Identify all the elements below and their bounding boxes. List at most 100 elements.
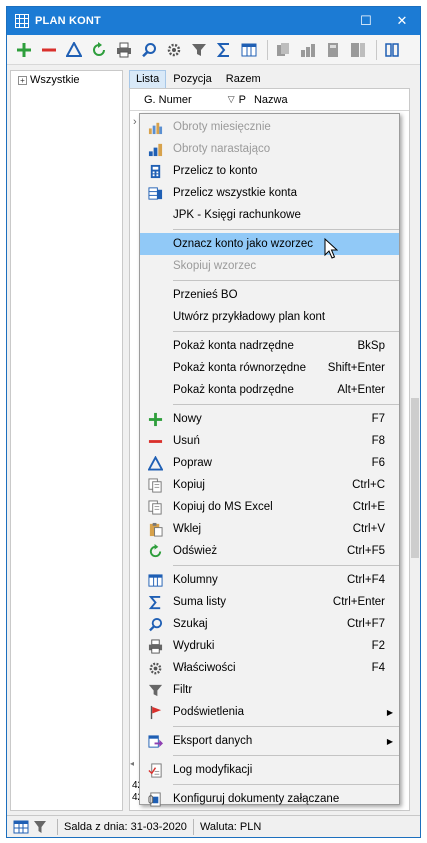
filter-icon[interactable] <box>188 39 210 61</box>
columns-icon[interactable] <box>238 39 260 61</box>
status-separator <box>57 818 58 835</box>
menu-item-label: Nowy <box>173 413 202 425</box>
menu-icon-slot <box>146 381 164 399</box>
documents-icon[interactable] <box>272 39 294 61</box>
title-bar: PLAN KONT ☐ ✕ <box>7 7 420 35</box>
menu-item[interactable]: Pokaż konta równorzędne Shift+Enter <box>140 357 399 379</box>
menu-item[interactable]: Kopiuj do MS Excel Ctrl+E <box>140 496 399 518</box>
menu-item[interactable]: Log modyfikacji <box>140 759 399 781</box>
menu-item[interactable]: Konfiguruj dokumenty załączane <box>140 788 399 810</box>
search-icon[interactable] <box>138 39 160 61</box>
edit-triangle-icon[interactable] <box>63 39 85 61</box>
export-icon <box>146 732 164 750</box>
menu-item[interactable]: Przenieś BO <box>140 284 399 306</box>
menu-item-label: Kopiuj do MS Excel <box>173 501 273 513</box>
flag-icon <box>146 703 164 721</box>
menu-item-label: Szukaj <box>173 618 208 630</box>
menu-item-shortcut: Ctrl+F5 <box>346 545 385 557</box>
menu-item-label: Pokaż konta równorzędne <box>173 362 306 374</box>
menu-item[interactable]: Oznacz konto jako wzorzec <box>140 233 399 255</box>
menu-item[interactable]: Eksport danych ▶ <box>140 730 399 752</box>
menu-item[interactable]: Szukaj Ctrl+F7 <box>140 613 399 635</box>
menu-separator <box>173 229 399 230</box>
menu-item-shortcut: F4 <box>371 662 385 674</box>
close-button[interactable]: ✕ <box>384 7 420 35</box>
status-bar: Salda z dnia: 31-03-2020 Waluta: PLN <box>7 815 420 837</box>
tab-razem[interactable]: Razem <box>219 70 268 88</box>
table-icon[interactable] <box>13 819 29 835</box>
column-header-nazwa[interactable]: Nazwa <box>254 94 288 106</box>
plus-icon <box>146 410 164 428</box>
sigma-icon[interactable] <box>213 39 235 61</box>
scrollbar-thumb[interactable] <box>411 398 419 558</box>
menu-item-shortcut: Ctrl+C <box>352 479 385 491</box>
refresh-icon[interactable] <box>88 39 110 61</box>
menu-item[interactable]: JPK - Księgi rachunkowe <box>140 204 399 226</box>
menu-icon-slot <box>146 206 164 224</box>
menu-item-label: Pokaż konta nadrzędne <box>173 340 294 352</box>
tab-lista[interactable]: Lista <box>129 70 167 88</box>
menu-item-label: Odśwież <box>173 545 218 557</box>
saldo-date: Salda z dnia: 31-03-2020 <box>64 820 187 833</box>
chart-icon <box>146 118 164 136</box>
filter-icon[interactable] <box>32 819 48 835</box>
column-header-p[interactable]: P <box>239 94 246 106</box>
menu-item-label: Właściwości <box>173 662 236 674</box>
tree-item-wszystkie[interactable]: + Wszystkie <box>11 71 122 86</box>
printer-icon[interactable] <box>113 39 135 61</box>
menu-item-shortcut: F6 <box>371 457 385 469</box>
menu-item-label: Konfiguruj dokumenty załączane <box>173 793 340 805</box>
menu-item[interactable]: Wydruki F2 <box>140 635 399 657</box>
gear-icon[interactable] <box>163 39 185 61</box>
delete-icon[interactable] <box>38 39 60 61</box>
menu-item[interactable]: Usuń F8 <box>140 430 399 452</box>
menu-item[interactable]: Nowy F7 <box>140 408 399 430</box>
menu-item[interactable]: Popraw F6 <box>140 452 399 474</box>
menu-icon-slot <box>146 286 164 304</box>
calculator-grid-icon[interactable] <box>347 39 369 61</box>
menu-icon-slot <box>146 308 164 326</box>
add-icon[interactable] <box>13 39 35 61</box>
menu-item-label: Obroty narastająco <box>173 143 271 155</box>
tree-expander[interactable]: + <box>18 75 27 85</box>
menu-item[interactable]: Kopiuj Ctrl+C <box>140 474 399 496</box>
menu-item[interactable]: Przelicz wszystkie konta <box>140 182 399 204</box>
menu-item[interactable]: Utwórz przykładowy plan kont <box>140 306 399 328</box>
menu-item-shortcut: Alt+Enter <box>337 384 385 396</box>
menu-separator <box>173 280 399 281</box>
menu-item[interactable]: Wklej Ctrl+V <box>140 518 399 540</box>
menu-item[interactable]: Podświetlenia ▶ <box>140 701 399 723</box>
menu-item-label: Przelicz to konto <box>173 165 258 177</box>
menu-item[interactable]: Suma listy Ctrl+Enter <box>140 591 399 613</box>
menu-item[interactable]: Kolumny Ctrl+F4 <box>140 569 399 591</box>
calculator-icon[interactable] <box>322 39 344 61</box>
triangle-icon <box>146 454 164 472</box>
menu-icon-slot <box>146 235 164 253</box>
toolbar <box>7 35 420 65</box>
menu-item[interactable]: Pokaż konta podrzędne Alt+Enter <box>140 379 399 401</box>
menu-separator <box>173 404 399 405</box>
grid-header: G. Numer ▽ P Nazwa <box>130 89 409 111</box>
view-tabs: Lista Pozycja Razem <box>129 70 268 88</box>
column-filter-icon[interactable]: ▽ <box>228 94 235 105</box>
column-header-numer[interactable]: G. Numer <box>144 94 192 106</box>
menu-item-label: Skopiuj wzorzec <box>173 260 257 272</box>
menu-item[interactable]: Pokaż konta nadrzędne BkSp <box>140 335 399 357</box>
scroll-left-arrow[interactable]: ◂ <box>130 759 134 768</box>
menu-item-shortcut: F7 <box>371 413 385 425</box>
vertical-scrollbar[interactable] <box>410 88 420 785</box>
split-view-icon[interactable] <box>381 39 403 61</box>
menu-item-shortcut: Ctrl+F7 <box>346 618 385 630</box>
mouse-cursor-icon <box>324 238 338 259</box>
menu-item-label: Usuń <box>173 435 200 447</box>
menu-item[interactable]: Właściwości F4 <box>140 657 399 679</box>
tab-pozycja[interactable]: Pozycja <box>166 70 219 88</box>
menu-item[interactable]: Filtr <box>140 679 399 701</box>
menu-item-shortcut: Ctrl+E <box>352 501 385 513</box>
menu-item[interactable]: Przelicz to konto <box>140 160 399 182</box>
menu-item[interactable]: Odśwież Ctrl+F5 <box>140 540 399 562</box>
calculator-icon <box>146 162 164 180</box>
stats-icon[interactable] <box>297 39 319 61</box>
maximize-button[interactable]: ☐ <box>348 7 384 35</box>
copy-excel-icon <box>146 498 164 516</box>
